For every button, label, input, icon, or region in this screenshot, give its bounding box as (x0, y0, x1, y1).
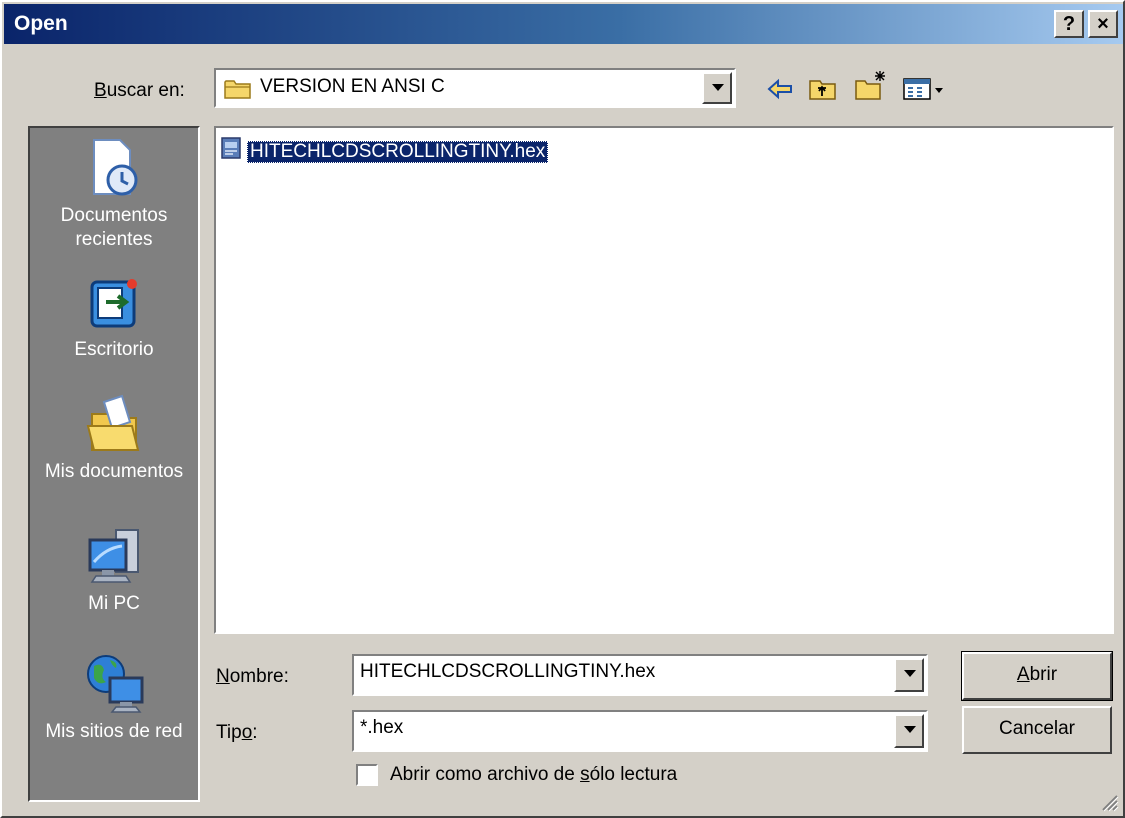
place-label-line1: Mis documentos (44, 461, 184, 482)
back-icon[interactable] (766, 76, 794, 102)
file-name: HITECHLCDSCROLLINGTINY.hex (247, 141, 549, 163)
desktop-icon (90, 279, 137, 328)
file-list[interactable]: HITECHLCDSCROLLINGTINY.hex (214, 126, 1114, 634)
lookin-label: Buscar en: (94, 80, 185, 101)
place-label-line1: Escritorio (74, 339, 154, 360)
place-label-line1: Mi PC (88, 593, 140, 614)
dialog-title: Open (14, 12, 68, 35)
filetype-combo[interactable]: *.hex (352, 710, 928, 752)
filetype-value: *.hex (360, 717, 404, 738)
places-bar: Documentos recientes Escritorio Mis docu… (28, 126, 200, 802)
up-one-level-icon[interactable] (808, 76, 838, 102)
place-my-documents[interactable]: Mis documentos (30, 392, 198, 484)
list-item[interactable]: HITECHLCDSCROLLINGTINY.hex (220, 136, 549, 163)
place-label-line2: recientes (75, 229, 153, 250)
filename-dropdown-button[interactable] (894, 658, 924, 692)
filename-combo[interactable]: HITECHLCDSCROLLINGTINY.hex (352, 654, 928, 696)
help-button[interactable]: ? (1054, 10, 1084, 38)
my-documents-icon (86, 394, 140, 451)
lookin-combo[interactable]: VERSION EN ANSI C (214, 68, 736, 108)
place-desktop[interactable]: Escritorio (30, 276, 198, 362)
place-my-computer[interactable]: Mi PC (30, 526, 198, 616)
readonly-checkbox[interactable] (356, 764, 378, 786)
filetype-label: Tipo: (216, 722, 258, 743)
hex-file-icon (221, 137, 241, 159)
lookin-dropdown-button[interactable] (702, 72, 732, 104)
filetype-dropdown-button[interactable] (894, 714, 924, 748)
network-places-icon (87, 655, 144, 713)
new-folder-icon[interactable] (854, 68, 888, 102)
open-dialog: Open ? × Buscar en: VERSION EN ANSI C Do… (0, 0, 1125, 818)
cancel-button[interactable]: Cancelar (962, 706, 1112, 754)
readonly-label[interactable]: Abrir como archivo de sólo lectura (390, 764, 677, 786)
view-menu-icon[interactable] (902, 76, 946, 102)
place-recent-documents[interactable]: Documentos recientes (30, 136, 198, 252)
filename-value: HITECHLCDSCROLLINGTINY.hex (360, 661, 656, 682)
resize-grip-icon[interactable] (1099, 792, 1119, 812)
my-computer-icon (88, 529, 139, 583)
place-network[interactable]: Mis sitios de red (30, 652, 198, 744)
filename-label: Nombre: (216, 666, 289, 687)
title-bar[interactable]: Open ? × (4, 4, 1123, 44)
lookin-value: VERSION EN ANSI C (260, 76, 445, 97)
open-button[interactable]: Abrir (961, 651, 1113, 701)
place-label-line1: Documentos (60, 205, 168, 226)
folder-icon (224, 80, 251, 99)
close-button[interactable]: × (1088, 10, 1118, 38)
recent-documents-icon (93, 139, 138, 196)
place-label-line1: Mis sitios de red (45, 721, 183, 742)
